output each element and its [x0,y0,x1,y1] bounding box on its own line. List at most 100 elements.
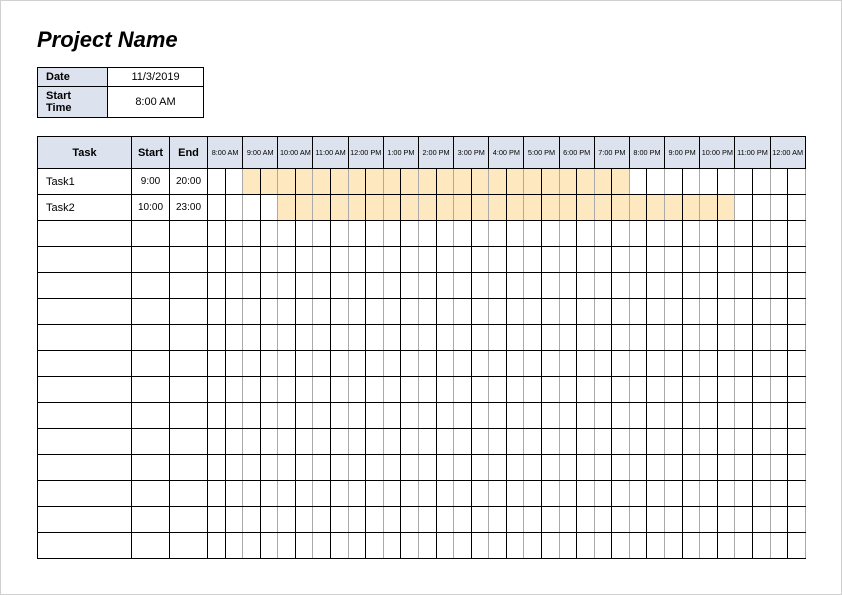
gantt-cell [366,247,384,273]
table-row [38,351,806,377]
gantt-cell [700,351,718,377]
gantt-cell [471,533,489,559]
gantt-cell [629,429,647,455]
gantt-cell [735,455,753,481]
task-name-cell[interactable] [38,481,132,507]
start-time-value[interactable]: 8:00 AM [108,87,204,118]
task-name-cell[interactable]: Task2 [38,195,132,221]
start-cell[interactable]: 9:00 [132,169,170,195]
end-cell[interactable] [170,403,208,429]
end-cell[interactable] [170,351,208,377]
start-cell[interactable] [132,429,170,455]
gantt-cell [542,507,560,533]
gantt-cell [225,221,243,247]
gantt-cell [331,481,349,507]
end-cell[interactable] [170,247,208,273]
start-cell[interactable] [132,247,170,273]
end-cell[interactable] [170,429,208,455]
gantt-cell [506,403,524,429]
gantt-cell [348,195,366,221]
start-cell[interactable] [132,273,170,299]
gantt-cell [313,455,331,481]
gantt-cell [295,221,313,247]
start-cell[interactable] [132,299,170,325]
gantt-cell [665,455,683,481]
gantt-cell [700,455,718,481]
gantt-cell [577,377,595,403]
task-name-cell[interactable] [38,273,132,299]
gantt-cell [665,507,683,533]
task-name-cell[interactable] [38,221,132,247]
gantt-cell [348,273,366,299]
end-cell[interactable] [170,221,208,247]
end-cell[interactable]: 20:00 [170,169,208,195]
start-cell[interactable] [132,351,170,377]
gantt-cell [577,273,595,299]
gantt-cell [418,481,436,507]
task-name-cell[interactable] [38,247,132,273]
start-cell[interactable] [132,481,170,507]
task-name-cell[interactable] [38,377,132,403]
gantt-cell [770,195,788,221]
table-row [38,273,806,299]
end-cell[interactable] [170,273,208,299]
end-cell[interactable] [170,299,208,325]
gantt-cell [559,455,577,481]
start-cell[interactable] [132,533,170,559]
gantt-cell [788,247,806,273]
gantt-cell [436,273,454,299]
task-name-cell[interactable] [38,455,132,481]
end-cell[interactable]: 23:00 [170,195,208,221]
start-cell[interactable]: 10:00 [132,195,170,221]
time-header: 10:00 PM [700,137,735,169]
gantt-cell [436,299,454,325]
task-name-cell[interactable] [38,299,132,325]
task-name-cell[interactable] [38,507,132,533]
start-cell[interactable] [132,507,170,533]
gantt-cell [243,533,261,559]
gantt-cell [682,507,700,533]
gantt-cell [788,429,806,455]
gantt-cell [313,377,331,403]
date-value[interactable]: 11/3/2019 [108,68,204,87]
start-cell[interactable] [132,377,170,403]
end-cell[interactable] [170,507,208,533]
task-name-cell[interactable] [38,429,132,455]
start-cell[interactable] [132,455,170,481]
task-name-cell[interactable]: Task1 [38,169,132,195]
end-cell[interactable] [170,533,208,559]
gantt-cell [401,221,419,247]
gantt-cell [700,247,718,273]
gantt-cell [401,377,419,403]
gantt-cell [313,507,331,533]
task-name-cell[interactable] [38,325,132,351]
gantt-cell [717,377,735,403]
end-cell[interactable] [170,481,208,507]
gantt-cell [752,377,770,403]
gantt-cell [383,247,401,273]
gantt-cell [489,533,507,559]
gantt-cell [752,273,770,299]
gantt-cell [752,481,770,507]
gantt-cell [647,221,665,247]
start-cell[interactable] [132,221,170,247]
start-cell[interactable] [132,403,170,429]
gantt-cell [717,273,735,299]
gantt-cell [313,195,331,221]
gantt-cell [348,247,366,273]
end-cell[interactable] [170,377,208,403]
gantt-cell [331,533,349,559]
gantt-cell [278,481,296,507]
gantt-cell [647,273,665,299]
end-cell[interactable] [170,455,208,481]
gantt-cell [682,247,700,273]
start-cell[interactable] [132,325,170,351]
task-name-cell[interactable] [38,533,132,559]
gantt-cell [524,273,542,299]
task-name-cell[interactable] [38,351,132,377]
gantt-cell [788,455,806,481]
task-name-cell[interactable] [38,403,132,429]
end-cell[interactable] [170,325,208,351]
gantt-cell [594,403,612,429]
gantt-cell [700,273,718,299]
